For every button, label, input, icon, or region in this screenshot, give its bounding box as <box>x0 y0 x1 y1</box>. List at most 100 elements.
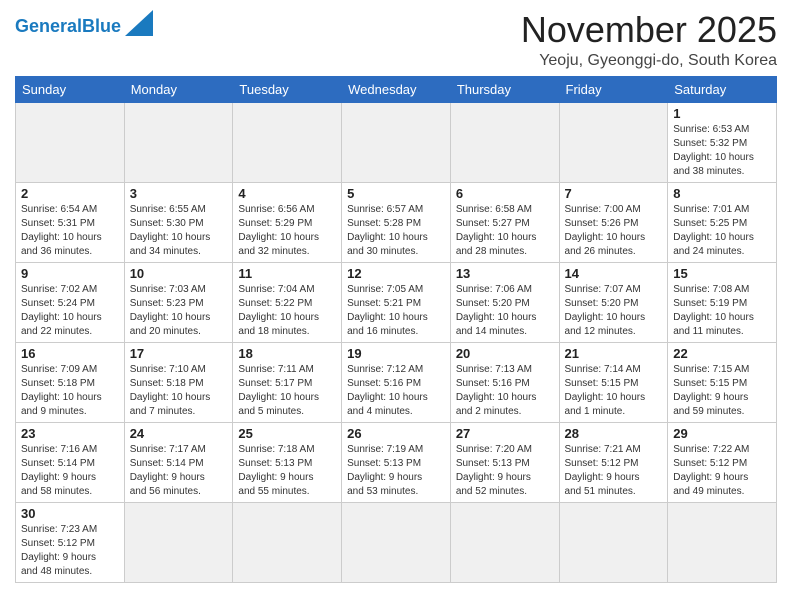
table-row: 8 Sunrise: 7:01 AM Sunset: 5:25 PM Daylig… <box>668 182 777 262</box>
col-thursday: Thursday <box>450 76 559 102</box>
table-row: 27Sunrise: 7:20 AM Sunset: 5:13 PM Dayli… <box>450 422 559 502</box>
day-info: Sunrise: 7:04 AM Sunset: 5:22 PM Dayligh… <box>238 283 336 339</box>
table-row: 24 Sunrise: 7:17 AM Sunset: 5:14 PM Dayli… <box>124 422 233 502</box>
day-number: 9 <box>21 266 119 281</box>
col-friday: Friday <box>559 76 668 102</box>
day-number: 27 <box>456 426 554 441</box>
day-info: Sunrise: 7:13 AM Sunset: 5:16 PM Dayligh… <box>456 363 554 419</box>
logo: GeneralBlue <box>15 10 153 41</box>
table-row <box>450 102 559 182</box>
logo-blue: Blue <box>82 16 121 36</box>
table-row: 12 Sunrise: 7:05 AM Sunset: 5:21 PM Dayli… <box>342 262 451 342</box>
table-row <box>559 102 668 182</box>
day-number: 12 <box>347 266 445 281</box>
table-row: 18Sunrise: 7:11 AM Sunset: 5:17 PM Dayli… <box>233 342 342 422</box>
day-number: 2 <box>21 186 119 201</box>
day-number: 4 <box>238 186 336 201</box>
day-info: Sunrise: 7:01 AM Sunset: 5:25 PM Dayligh… <box>673 203 771 259</box>
table-row <box>16 102 125 182</box>
day-info: Sunrise: 6:57 AM Sunset: 5:28 PM Dayligh… <box>347 203 445 259</box>
table-row: 2 Sunrise: 6:54 AM Sunset: 5:31 PM Daylig… <box>16 182 125 262</box>
day-number: 20 <box>456 346 554 361</box>
day-number: 6 <box>456 186 554 201</box>
day-info: Sunrise: 7:08 AM Sunset: 5:19 PM Dayligh… <box>673 283 771 339</box>
header-area: GeneralBlue November 2025 Yeoju, Gyeongg… <box>15 10 777 70</box>
day-info: Sunrise: 7:09 AM Sunset: 5:18 PM Dayligh… <box>21 363 119 419</box>
day-info: Sunrise: 7:18 AM Sunset: 5:13 PM Dayligh… <box>238 443 336 499</box>
day-number: 5 <box>347 186 445 201</box>
table-row <box>342 102 451 182</box>
table-row: 4 Sunrise: 6:56 AM Sunset: 5:29 PM Daylig… <box>233 182 342 262</box>
day-info: Sunrise: 7:14 AM Sunset: 5:15 PM Dayligh… <box>565 363 663 419</box>
logo-general: General <box>15 16 82 36</box>
day-number: 21 <box>565 346 663 361</box>
table-row <box>450 502 559 582</box>
table-row: 20 Sunrise: 7:13 AM Sunset: 5:16 PM Dayli… <box>450 342 559 422</box>
table-row: 5 Sunrise: 6:57 AM Sunset: 5:28 PM Daylig… <box>342 182 451 262</box>
day-number: 1 <box>673 106 771 121</box>
table-row: 10 Sunrise: 7:03 AM Sunset: 5:23 PM Dayli… <box>124 262 233 342</box>
table-row: 11 Sunrise: 7:04 AM Sunset: 5:22 PM Dayli… <box>233 262 342 342</box>
table-row: 23Sunrise: 7:16 AM Sunset: 5:14 PM Dayli… <box>16 422 125 502</box>
day-info: Sunrise: 7:19 AM Sunset: 5:13 PM Dayligh… <box>347 443 445 499</box>
table-row: 15Sunrise: 7:08 AM Sunset: 5:19 PM Dayli… <box>668 262 777 342</box>
col-sunday: Sunday <box>16 76 125 102</box>
col-wednesday: Wednesday <box>342 76 451 102</box>
day-number: 11 <box>238 266 336 281</box>
table-row <box>559 502 668 582</box>
logo-icon <box>125 10 153 36</box>
day-info: Sunrise: 6:56 AM Sunset: 5:29 PM Dayligh… <box>238 203 336 259</box>
day-info: Sunrise: 7:06 AM Sunset: 5:20 PM Dayligh… <box>456 283 554 339</box>
day-number: 14 <box>565 266 663 281</box>
day-info: Sunrise: 7:23 AM Sunset: 5:12 PM Dayligh… <box>21 523 119 579</box>
day-number: 8 <box>673 186 771 201</box>
day-info: Sunrise: 6:53 AM Sunset: 5:32 PM Dayligh… <box>673 123 771 179</box>
calendar-header-row: Sunday Monday Tuesday Wednesday Thursday… <box>16 76 777 102</box>
day-info: Sunrise: 7:22 AM Sunset: 5:12 PM Dayligh… <box>673 443 771 499</box>
col-saturday: Saturday <box>668 76 777 102</box>
day-info: Sunrise: 7:10 AM Sunset: 5:18 PM Dayligh… <box>130 363 228 419</box>
day-number: 28 <box>565 426 663 441</box>
table-row: 26 Sunrise: 7:19 AM Sunset: 5:13 PM Dayli… <box>342 422 451 502</box>
table-row: 22 Sunrise: 7:15 AM Sunset: 5:15 PM Dayli… <box>668 342 777 422</box>
table-row <box>233 502 342 582</box>
table-row: 25 Sunrise: 7:18 AM Sunset: 5:13 PM Dayli… <box>233 422 342 502</box>
table-row: 28 Sunrise: 7:21 AM Sunset: 5:12 PM Dayli… <box>559 422 668 502</box>
month-title: November 2025 <box>521 10 777 50</box>
day-number: 3 <box>130 186 228 201</box>
table-row: 7Sunrise: 7:00 AM Sunset: 5:26 PM Daylig… <box>559 182 668 262</box>
table-row <box>233 102 342 182</box>
table-row <box>124 102 233 182</box>
table-row: 21 Sunrise: 7:14 AM Sunset: 5:15 PM Dayli… <box>559 342 668 422</box>
day-info: Sunrise: 7:11 AM Sunset: 5:17 PM Dayligh… <box>238 363 336 419</box>
day-info: Sunrise: 7:17 AM Sunset: 5:14 PM Dayligh… <box>130 443 228 499</box>
table-row: 30Sunrise: 7:23 AM Sunset: 5:12 PM Dayli… <box>16 502 125 582</box>
day-number: 25 <box>238 426 336 441</box>
day-info: Sunrise: 6:54 AM Sunset: 5:31 PM Dayligh… <box>21 203 119 259</box>
day-number: 10 <box>130 266 228 281</box>
day-info: Sunrise: 7:03 AM Sunset: 5:23 PM Dayligh… <box>130 283 228 339</box>
day-number: 22 <box>673 346 771 361</box>
day-info: Sunrise: 7:12 AM Sunset: 5:16 PM Dayligh… <box>347 363 445 419</box>
day-number: 26 <box>347 426 445 441</box>
day-number: 24 <box>130 426 228 441</box>
table-row: 1 Sunrise: 6:53 AM Sunset: 5:32 PM Daylig… <box>668 102 777 182</box>
page: GeneralBlue November 2025 Yeoju, Gyeongg… <box>0 0 792 593</box>
location: Yeoju, Gyeonggi-do, South Korea <box>521 52 777 70</box>
day-number: 29 <box>673 426 771 441</box>
table-row: 6Sunrise: 6:58 AM Sunset: 5:27 PM Daylig… <box>450 182 559 262</box>
table-row <box>124 502 233 582</box>
col-monday: Monday <box>124 76 233 102</box>
table-row: 9 Sunrise: 7:02 AM Sunset: 5:24 PM Daylig… <box>16 262 125 342</box>
title-area: November 2025 Yeoju, Gyeonggi-do, South … <box>521 10 777 70</box>
day-info: Sunrise: 7:15 AM Sunset: 5:15 PM Dayligh… <box>673 363 771 419</box>
day-number: 19 <box>347 346 445 361</box>
day-info: Sunrise: 7:05 AM Sunset: 5:21 PM Dayligh… <box>347 283 445 339</box>
day-number: 7 <box>565 186 663 201</box>
day-info: Sunrise: 7:21 AM Sunset: 5:12 PM Dayligh… <box>565 443 663 499</box>
day-info: Sunrise: 7:02 AM Sunset: 5:24 PM Dayligh… <box>21 283 119 339</box>
table-row: 17Sunrise: 7:10 AM Sunset: 5:18 PM Dayli… <box>124 342 233 422</box>
table-row <box>668 502 777 582</box>
table-row: 29 Sunrise: 7:22 AM Sunset: 5:12 PM Dayli… <box>668 422 777 502</box>
table-row: 3Sunrise: 6:55 AM Sunset: 5:30 PM Daylig… <box>124 182 233 262</box>
